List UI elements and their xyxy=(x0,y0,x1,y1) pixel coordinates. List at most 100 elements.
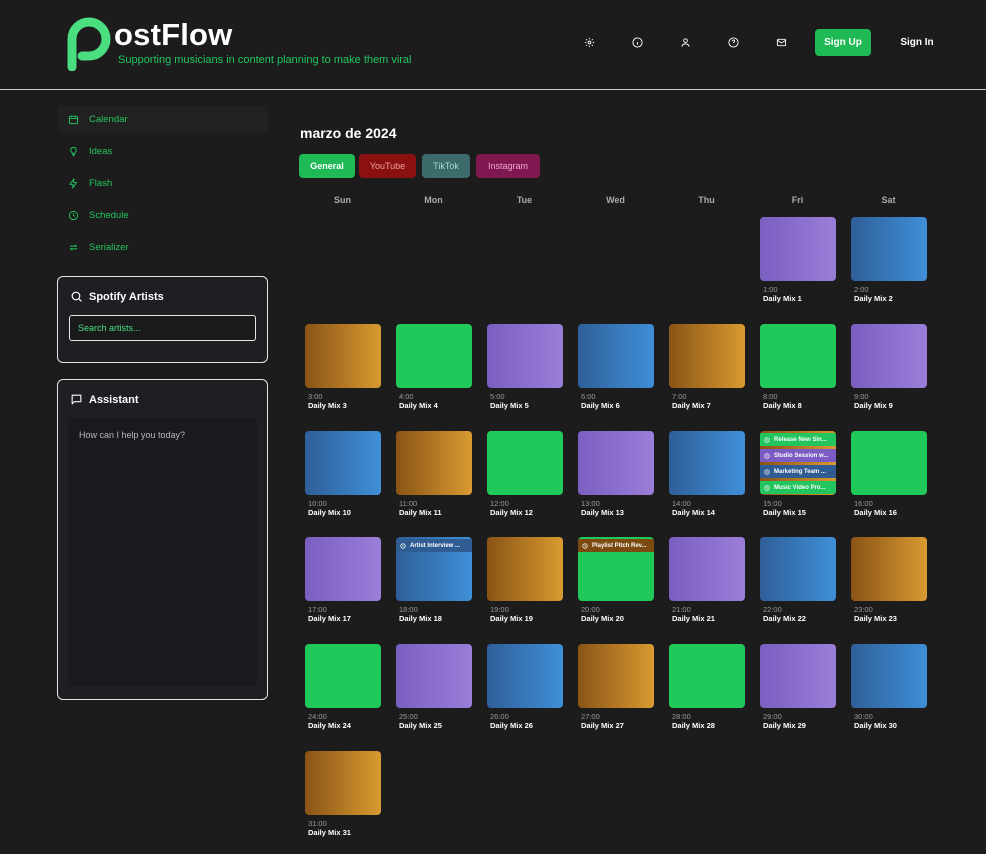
sign-in-button[interactable]: Sign In xyxy=(893,29,941,56)
calendar-day[interactable]: Release New Sin... Studio Session w... Mar… xyxy=(760,431,836,536)
event-chip[interactable]: Marketing Team ... xyxy=(760,465,836,478)
day-playlist-name: Daily Mix 3 xyxy=(308,401,347,410)
day-cover-thumbnail[interactable] xyxy=(851,537,927,601)
day-time: 14:00 xyxy=(672,499,691,508)
weekday-thu: Thu xyxy=(698,195,715,205)
tab-general[interactable]: General xyxy=(299,154,355,178)
event-chip[interactable]: Artist Interview ... xyxy=(396,539,472,552)
calendar-day[interactable]: Artist Interview ... 18:00 Daily Mix 18 xyxy=(396,537,472,642)
calendar-day[interactable]: 8:00 Daily Mix 8 xyxy=(760,324,836,429)
calendar-day[interactable]: 29:00 Daily Mix 29 xyxy=(760,644,836,749)
sidebar-item-flash[interactable]: Flash xyxy=(58,170,268,196)
calendar-day[interactable]: 4:00 Daily Mix 4 xyxy=(396,324,472,429)
day-time: 19:00 xyxy=(490,605,509,614)
calendar-day[interactable]: Playlist Pitch Rev... 20:00 Daily Mix 20 xyxy=(578,537,654,642)
event-chip[interactable]: Studio Session w... xyxy=(760,449,836,462)
day-cover-thumbnail[interactable] xyxy=(760,644,836,708)
day-playlist-name: Daily Mix 4 xyxy=(399,401,438,410)
day-playlist-name: Daily Mix 22 xyxy=(763,614,806,623)
calendar-day[interactable]: 10:00 Daily Mix 10 xyxy=(305,431,381,536)
day-cover-thumbnail[interactable]: Artist Interview ... xyxy=(396,537,472,601)
assistant-chat-area[interactable]: How can I help you today? xyxy=(68,418,257,686)
calendar-day[interactable]: 12:00 Daily Mix 12 xyxy=(487,431,563,536)
settings-icon[interactable] xyxy=(582,35,596,49)
day-cover-thumbnail[interactable] xyxy=(760,324,836,388)
calendar-day[interactable]: 31:00 Daily Mix 31 xyxy=(305,751,381,854)
sidebar-item-ideas[interactable]: Ideas xyxy=(58,138,268,164)
day-cover-thumbnail[interactable] xyxy=(760,537,836,601)
sidebar-item-calendar[interactable]: Calendar xyxy=(58,106,268,132)
day-cover-thumbnail[interactable] xyxy=(487,431,563,495)
calendar-day[interactable]: 30:00 Daily Mix 30 xyxy=(851,644,927,749)
day-cover-thumbnail[interactable] xyxy=(669,644,745,708)
day-cover-thumbnail[interactable] xyxy=(851,431,927,495)
day-playlist-name: Daily Mix 1 xyxy=(763,294,802,303)
calendar-day[interactable]: 16:00 Daily Mix 16 xyxy=(851,431,927,536)
day-cover-thumbnail[interactable] xyxy=(305,751,381,815)
calendar-day[interactable]: 14:00 Daily Mix 14 xyxy=(669,431,745,536)
calendar-day[interactable]: 22:00 Daily Mix 22 xyxy=(760,537,836,642)
day-cover-thumbnail[interactable] xyxy=(396,324,472,388)
sidebar-item-serializer[interactable]: Serializer xyxy=(58,234,268,260)
calendar-day[interactable]: 3:00 Daily Mix 3 xyxy=(305,324,381,429)
calendar-day[interactable]: 25:00 Daily Mix 25 xyxy=(396,644,472,749)
day-time: 22:00 xyxy=(763,605,782,614)
help-icon[interactable] xyxy=(726,35,740,49)
calendar-day[interactable]: 23:00 Daily Mix 23 xyxy=(851,537,927,642)
mail-icon[interactable] xyxy=(774,35,788,49)
day-time: 20:00 xyxy=(581,605,600,614)
calendar-day[interactable]: 1:00 Daily Mix 1 xyxy=(760,217,836,322)
event-chip[interactable]: Playlist Pitch Rev... xyxy=(578,539,654,552)
event-label: Studio Session w... xyxy=(774,452,829,459)
event-chip[interactable]: Music Video Pro... xyxy=(760,481,836,494)
brand-name[interactable]: ostFlow xyxy=(114,17,233,53)
calendar-day[interactable]: 5:00 Daily Mix 5 xyxy=(487,324,563,429)
day-playlist-name: Daily Mix 19 xyxy=(490,614,533,623)
day-cover-thumbnail[interactable] xyxy=(487,644,563,708)
day-cover-thumbnail[interactable] xyxy=(305,537,381,601)
day-cover-thumbnail[interactable] xyxy=(578,431,654,495)
day-cover-thumbnail[interactable] xyxy=(578,644,654,708)
tab-tiktok[interactable]: TikTok xyxy=(422,154,470,178)
day-cover-thumbnail[interactable] xyxy=(669,324,745,388)
day-time: 25:00 xyxy=(399,712,418,721)
calendar-day[interactable]: 7:00 Daily Mix 7 xyxy=(669,324,745,429)
calendar-day[interactable]: 27:00 Daily Mix 27 xyxy=(578,644,654,749)
day-cover-thumbnail[interactable] xyxy=(669,431,745,495)
calendar-day[interactable]: 6:00 Daily Mix 6 xyxy=(578,324,654,429)
calendar-day[interactable]: 19:00 Daily Mix 19 xyxy=(487,537,563,642)
postflow-logo-icon[interactable] xyxy=(64,17,114,71)
sidebar-item-schedule[interactable]: Schedule xyxy=(58,202,268,228)
calendar-day[interactable]: 9:00 Daily Mix 9 xyxy=(851,324,927,429)
day-cover-thumbnail[interactable] xyxy=(305,644,381,708)
event-chip[interactable]: Release New Sin... xyxy=(760,433,836,446)
calendar-day[interactable]: 2:00 Daily Mix 2 xyxy=(851,217,927,322)
calendar-day[interactable]: 24:00 Daily Mix 24 xyxy=(305,644,381,749)
day-cover-thumbnail[interactable] xyxy=(669,537,745,601)
tab-youtube[interactable]: YouTube xyxy=(359,154,416,178)
day-cover-thumbnail[interactable] xyxy=(487,324,563,388)
day-cover-thumbnail[interactable] xyxy=(305,324,381,388)
calendar-day[interactable]: 17:00 Daily Mix 17 xyxy=(305,537,381,642)
sign-up-button[interactable]: Sign Up xyxy=(815,29,871,56)
calendar-day[interactable]: 13:00 Daily Mix 13 xyxy=(578,431,654,536)
info-icon[interactable] xyxy=(630,35,644,49)
day-cover-thumbnail[interactable] xyxy=(760,217,836,281)
day-cover-thumbnail[interactable] xyxy=(396,644,472,708)
day-cover-thumbnail[interactable] xyxy=(487,537,563,601)
search-artists-input[interactable] xyxy=(69,315,256,341)
tab-instagram[interactable]: Instagram xyxy=(476,154,540,178)
calendar-day[interactable]: 26:00 Daily Mix 26 xyxy=(487,644,563,749)
day-cover-thumbnail[interactable] xyxy=(305,431,381,495)
calendar-day[interactable]: 11:00 Daily Mix 11 xyxy=(396,431,472,536)
day-cover-thumbnail[interactable] xyxy=(851,644,927,708)
calendar-day[interactable]: 21:00 Daily Mix 21 xyxy=(669,537,745,642)
user-icon[interactable] xyxy=(678,35,692,49)
calendar-day[interactable]: 28:00 Daily Mix 28 xyxy=(669,644,745,749)
day-cover-thumbnail[interactable]: Playlist Pitch Rev... xyxy=(578,537,654,601)
day-cover-thumbnail[interactable]: Release New Sin... Studio Session w... Mar… xyxy=(760,431,836,495)
day-cover-thumbnail[interactable] xyxy=(396,431,472,495)
day-cover-thumbnail[interactable] xyxy=(851,324,927,388)
day-cover-thumbnail[interactable] xyxy=(578,324,654,388)
day-cover-thumbnail[interactable] xyxy=(851,217,927,281)
